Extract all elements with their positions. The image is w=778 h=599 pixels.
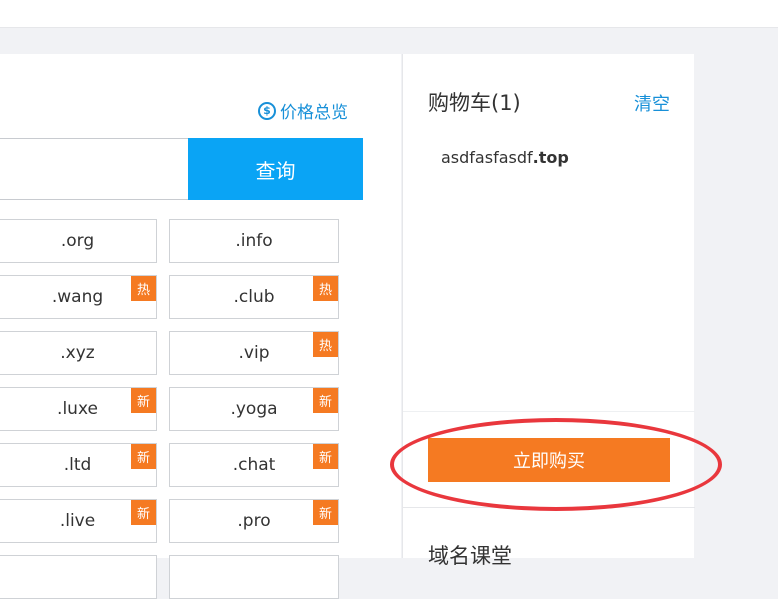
price-overview-link[interactable]: $ 价格总览 — [258, 98, 348, 123]
domain-search-panel: $ 价格总览 查询 .org .info .wang 热 .club 热 .xy… — [0, 54, 401, 599]
tld-option-chat[interactable]: .chat 新 — [169, 443, 339, 487]
new-badge: 新 — [313, 444, 338, 469]
divider — [403, 411, 695, 412]
tld-label: .org — [60, 231, 95, 251]
tld-label: .luxe — [57, 399, 98, 419]
tld-option-partial[interactable] — [0, 555, 157, 599]
tld-option-org[interactable]: .org — [0, 219, 157, 263]
cart-item-suffix: .top — [532, 148, 569, 167]
new-badge: 新 — [131, 388, 156, 413]
tld-label: .ltd — [63, 455, 92, 475]
tld-option-info[interactable]: .info — [169, 219, 339, 263]
tld-label: .club — [233, 287, 275, 307]
new-badge: 新 — [131, 444, 156, 469]
tld-option-partial[interactable] — [169, 555, 339, 599]
hot-badge: 热 — [131, 276, 156, 301]
tld-option-luxe[interactable]: .luxe 新 — [0, 387, 157, 431]
top-bar — [0, 0, 778, 28]
cart-panel: 购物车(1) 清空 asdfasfasdf.top 立即购买 域名课堂 — [402, 54, 695, 568]
tld-option-club[interactable]: .club 热 — [169, 275, 339, 319]
tld-label: .xyz — [60, 343, 95, 363]
cart-title: 购物车(1) — [428, 91, 521, 115]
tld-option-ltd[interactable]: .ltd 新 — [0, 443, 157, 487]
divider — [403, 507, 695, 508]
new-badge: 新 — [313, 500, 338, 525]
tld-option-xyz[interactable]: .xyz — [0, 331, 157, 375]
new-badge: 新 — [131, 500, 156, 525]
domain-course-title: 域名课堂 — [428, 544, 512, 568]
hot-badge: 热 — [313, 276, 338, 301]
cart-clear-link[interactable]: 清空 — [634, 90, 670, 116]
tld-option-vip[interactable]: .vip 热 — [169, 331, 339, 375]
tld-label: .live — [59, 511, 96, 531]
tld-option-live[interactable]: .live 新 — [0, 499, 157, 543]
tld-label: .vip — [238, 343, 270, 363]
search-button[interactable]: 查询 — [188, 138, 363, 200]
price-overview-label: 价格总览 — [280, 103, 348, 123]
cart-item-name: asdfasfasdf — [441, 148, 533, 167]
tld-label: .chat — [232, 455, 276, 475]
dollar-circle-icon: $ — [258, 101, 276, 120]
hot-badge: 热 — [313, 332, 338, 357]
tld-label: .info — [235, 231, 273, 251]
tld-label: .wang — [51, 287, 104, 307]
cart-item: asdfasfasdf.top — [441, 148, 569, 167]
tld-option-wang[interactable]: .wang 热 — [0, 275, 157, 319]
tld-option-pro[interactable]: .pro 新 — [169, 499, 339, 543]
tld-label: .yoga — [230, 399, 278, 419]
buy-now-button[interactable]: 立即购买 — [428, 438, 670, 482]
new-badge: 新 — [313, 388, 338, 413]
tld-option-yoga[interactable]: .yoga 新 — [169, 387, 339, 431]
tld-label: .pro — [237, 511, 271, 531]
domain-search-input[interactable] — [0, 138, 190, 200]
